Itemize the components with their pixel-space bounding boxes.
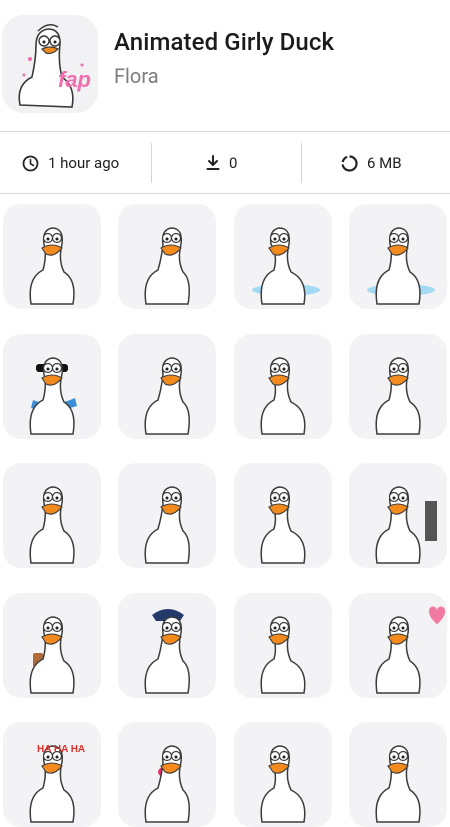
stats-bar: 1 hour ago 0 6 MB bbox=[0, 133, 450, 193]
storage-icon bbox=[341, 154, 358, 172]
sticker-duck-waving[interactable] bbox=[234, 334, 332, 439]
sticker-duck-tiny[interactable] bbox=[234, 463, 332, 568]
sticker-duck-crying[interactable] bbox=[349, 204, 447, 309]
sticker-duck-police[interactable] bbox=[118, 593, 216, 698]
sticker-duck-shrug-image bbox=[260, 616, 306, 694]
sticker-duck-worried[interactable] bbox=[3, 204, 101, 309]
sticker-duck-hugging-self-image bbox=[375, 357, 421, 435]
stat-updated-text: 1 hour ago bbox=[48, 154, 120, 172]
sticker-duck-kiss[interactable] bbox=[234, 722, 332, 827]
stat-downloads: 0 bbox=[206, 133, 237, 193]
sticker-duck-computer-image bbox=[375, 486, 437, 564]
download-icon bbox=[206, 155, 220, 170]
sticker-duck-police-image bbox=[144, 609, 190, 694]
sticker-duck-coffee[interactable] bbox=[3, 593, 101, 698]
sticker-duck-worried-image bbox=[29, 227, 75, 305]
svg-text:HA HA HA: HA HA HA bbox=[37, 744, 85, 755]
sticker-duck-tangled-image bbox=[29, 486, 75, 564]
icon-caption: fap bbox=[58, 67, 91, 92]
stat-size: 6 MB bbox=[341, 133, 402, 193]
stat-downloads-text: 0 bbox=[229, 154, 238, 172]
stat-updated: 1 hour ago bbox=[22, 133, 119, 193]
sticker-duck-teeth[interactable] bbox=[118, 463, 216, 568]
sticker-duck-crying-image bbox=[367, 227, 435, 305]
sticker-duck-kiss-image bbox=[260, 745, 306, 823]
sticker-duck-lipstick-image bbox=[144, 745, 190, 823]
sticker-duck-haha-image: HA HA HA bbox=[29, 744, 85, 823]
sticker-duck-sunglasses[interactable] bbox=[3, 334, 101, 439]
sticker-duck-teeth-image bbox=[144, 486, 190, 564]
header-divider bbox=[0, 131, 450, 132]
sticker-duck-waving-image bbox=[260, 357, 306, 435]
sticker-duck-coffee-image bbox=[29, 616, 75, 694]
sticker-duck-heart-image bbox=[375, 606, 445, 694]
sticker-duck-tiny-image bbox=[260, 486, 306, 564]
sticker-duck-shrug[interactable] bbox=[234, 593, 332, 698]
pack-icon[interactable]: fap bbox=[2, 15, 98, 113]
sticker-duck-heart[interactable] bbox=[349, 593, 447, 698]
duck-sticker-icon: fap bbox=[18, 24, 91, 108]
sticker-duck-haha[interactable]: HA HA HA bbox=[3, 722, 101, 827]
stats-divider bbox=[0, 193, 450, 194]
sticker-duck-grinning-image bbox=[144, 357, 190, 435]
sticker-duck-pointing[interactable] bbox=[118, 204, 216, 309]
sticker-duck-grinning[interactable] bbox=[118, 334, 216, 439]
pack-header: fap Animated Girly Duck Flora bbox=[0, 0, 450, 130]
sticker-duck-floating[interactable] bbox=[234, 204, 332, 309]
stat-separator bbox=[151, 143, 152, 183]
sticker-duck-pointing-image bbox=[144, 227, 190, 305]
pack-author[interactable]: Flora bbox=[114, 64, 159, 88]
sticker-duck-wings-up[interactable] bbox=[349, 722, 447, 827]
pack-title: Animated Girly Duck bbox=[114, 28, 335, 56]
sticker-duck-wings-up-image bbox=[375, 745, 421, 823]
stat-size-text: 6 MB bbox=[367, 154, 402, 172]
sticker-duck-lipstick[interactable] bbox=[118, 722, 216, 827]
sticker-duck-hugging-self[interactable] bbox=[349, 334, 447, 439]
clock-icon bbox=[22, 155, 39, 171]
sticker-duck-floating-image bbox=[252, 227, 320, 305]
stat-separator bbox=[301, 143, 302, 183]
sticker-duck-computer[interactable] bbox=[349, 463, 447, 568]
sticker-duck-tangled[interactable] bbox=[3, 463, 101, 568]
sticker-duck-sunglasses-image bbox=[29, 357, 77, 435]
